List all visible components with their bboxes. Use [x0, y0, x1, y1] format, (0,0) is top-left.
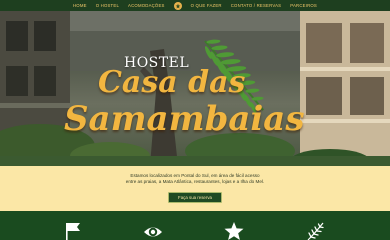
location-description: Estamos localizados em Pontal do Sul, em…	[80, 173, 310, 185]
nav-home[interactable]: HOME	[73, 3, 87, 8]
title-line-casa-das: Casa das	[98, 65, 246, 100]
nav-acomodacoes[interactable]: ACOMODAÇÕES	[128, 3, 165, 8]
nav-o-hostel[interactable]: O HOSTEL	[96, 3, 119, 8]
hero-banner: HOSTEL Casa das Samambaias	[0, 11, 390, 166]
flag-icon	[63, 221, 83, 240]
hostel-logo-icon[interactable]	[173, 1, 182, 10]
nav-parceiros[interactable]: PARCEIROS	[290, 3, 317, 8]
fern-leaf-icon	[305, 221, 325, 240]
nav-o-que-fazer[interactable]: O QUE FAZER	[191, 3, 222, 8]
title-line-samambaias: Samambaias	[64, 99, 305, 139]
nav-contato-reservas[interactable]: CONTATO / RESERVAS	[231, 3, 281, 8]
info-band: Estamos localizados em Pontal do Sul, em…	[0, 166, 390, 211]
eye-icon	[143, 221, 163, 240]
star-icon	[224, 221, 244, 240]
main-navbar: HOME O HOSTEL ACOMODAÇÕES O QUE FAZER CO…	[0, 0, 390, 11]
location-line-2: entre as praias, a Mata Atlântica, resta…	[125, 179, 265, 185]
reservation-button[interactable]: Faça sua reserva	[168, 192, 222, 203]
features-bar	[0, 211, 390, 240]
